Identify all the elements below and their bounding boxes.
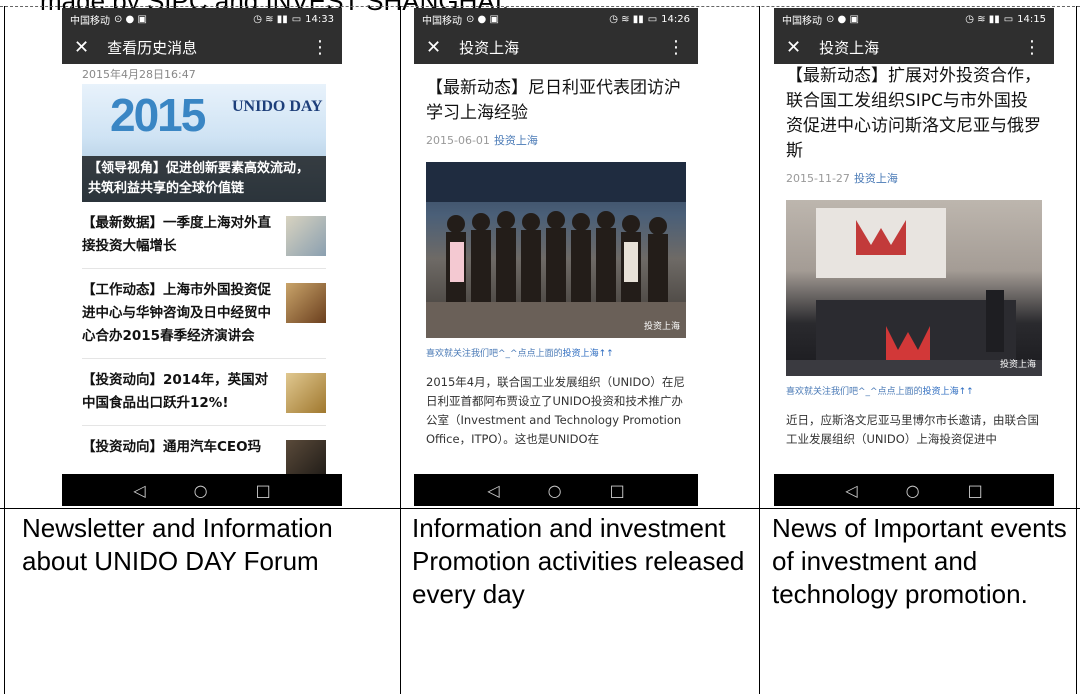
carrier-label: 中国移动 [782,15,822,27]
list-item-thumbnail [286,283,326,323]
table-border-right [1076,6,1077,694]
android-navbar: ◁ ○ □ [62,474,342,506]
system-icons: ◷ ≋ ▮▮ [609,13,644,25]
page-title: 投资上海 [819,38,880,57]
app-titlebar: ✕ 投资上海 ⋮ [414,30,698,64]
close-icon[interactable]: ✕ [74,37,89,58]
message-date: 2015年4月28日16:47 [82,68,196,81]
follow-link[interactable]: 投资上海↑↑ [923,387,974,397]
article-content: 【最新动态】尼日利亚代表团访沪 学习上海经验 2015-06-01 投资上海 投… [414,64,698,474]
conference-stage [786,208,1042,376]
clock-label: 14:26 [661,13,690,25]
article-body: 2015年4月，联合国工业发展组织（UNIDO）在尼日利亚首都阿布贾设立了UNI… [426,375,685,446]
hero-caption: 【领导视角】促进创新要素高效流动，共筑利益共享的全球价值链 [82,156,326,202]
article-meta: 2015-06-01 投资上海 [414,132,698,148]
unido-day-logo-text: UNIDO DAY [232,98,323,115]
notification-icons: ⊙ ● ▣ [466,13,499,25]
article-source-link[interactable]: 投资上海 [854,172,898,185]
screenshot-table: 中国移动 ⊙ ● ▣ ◷ ≋ ▮▮ ▭ 14:33 ✕ 查看历史消息 ⋮ 2015年4… [0,6,1080,694]
list-item[interactable]: 【投资动向】2014年，英国对中国食品出口跃升12%! [82,359,326,426]
caption-investment-promotion: Information and investment Promotion act… [412,513,745,609]
table-border-1 [400,6,401,694]
back-icon[interactable]: ◁ [487,481,499,500]
system-icons: ◷ ≋ ▮▮ [965,13,1000,25]
system-icons: ◷ ≋ ▮▮ [253,13,288,25]
list-item-title: 【投资动向】2014年，英国对中国食品出口跃升12%! [82,372,269,411]
battery-icon: ▭ [291,13,302,25]
battery-icon: ▭ [1003,13,1014,25]
article-date: 2015-06-01 [426,134,490,147]
article-photo-group: 投资上海 [426,162,686,338]
status-bar: 中国移动 ⊙ ● ▣ ◷ ≋ ▮▮ ▭ 14:15 [774,8,1054,30]
battery-icon: ▭ [647,13,658,25]
page-title: 投资上海 [459,38,520,57]
android-navbar: ◁ ○ □ [414,474,698,506]
list-item[interactable]: 【投资动向】通用汽车CEO玛 [82,426,326,474]
article-photo-conference: 投资上海 [786,200,1042,376]
home-icon[interactable]: ○ [548,481,562,500]
follow-prompt: 喜欢就关注我们吧^_^点点上面的投资上海↑↑ [774,384,1054,397]
photo-watermark: 投资上海 [643,322,680,332]
notification-icons: ⊙ ● ▣ [826,13,859,25]
table-border-left [4,6,5,694]
list-item[interactable]: 【工作动态】上海市外国投资促进中心与华钟咨询及日中经贸中心合办2015春季经济演… [82,269,326,359]
recents-icon[interactable]: □ [610,481,625,500]
android-navbar: ◁ ○ □ [774,474,1054,506]
notification-icons: ⊙ ● ▣ [114,13,147,25]
home-icon[interactable]: ○ [194,481,208,500]
photo-watermark: 投资上海 [999,360,1036,370]
list-item-thumbnail [286,216,326,256]
recents-icon[interactable]: □ [968,481,983,500]
back-icon[interactable]: ◁ [845,481,857,500]
more-menu-icon[interactable]: ⋮ [666,37,686,58]
unido-day-logo-year: 2015 [110,89,206,141]
table-top-border [0,6,1080,7]
clock-label: 14:33 [305,13,334,25]
page-title: 查看历史消息 [107,38,198,57]
caption-important-events: News of Important events of investment a… [772,513,1067,609]
list-item[interactable]: 【最新数据】一季度上海对外直接投资大幅增长 [82,202,326,269]
status-bar: 中国移动 ⊙ ● ▣ ◷ ≋ ▮▮ ▭ 14:26 [414,8,698,30]
clock-label: 14:15 [1017,13,1046,25]
close-icon[interactable]: ✕ [426,37,441,58]
status-bar: 中国移动 ⊙ ● ▣ ◷ ≋ ▮▮ ▭ 14:33 [62,8,342,30]
article-source-link[interactable]: 投资上海 [494,134,538,147]
follow-link[interactable]: 投资上海↑↑ [563,349,614,359]
more-menu-icon[interactable]: ⋮ [310,37,330,58]
table-row-divider [0,508,1080,509]
article-body: 近日，应斯洛文尼亚马里博尔市长邀请，由联合国工业发展组织（UNIDO）上海投资促… [786,413,1039,446]
article-date: 2015-11-27 [786,172,850,185]
recents-icon[interactable]: □ [256,481,271,500]
close-icon[interactable]: ✕ [786,37,801,58]
article-title: 【最新动态】扩展对外投资合作，联合国工发组织SIPC与市外国投资促进中心访问斯洛… [786,66,1041,161]
follow-prefix: 喜欢就关注我们吧^_^点点上面的 [426,349,563,359]
article-meta: 2015-11-27 投资上海 [774,170,1054,186]
message-list: 2015年4月28日16:47 2015 UNIDO DAY 【领导视角】促进创… [62,64,342,474]
table-border-2 [759,6,760,694]
app-titlebar: ✕ 投资上海 ⋮ [774,30,1054,64]
follow-prefix: 喜欢就关注我们吧^_^点点上面的 [786,387,923,397]
more-menu-icon[interactable]: ⋮ [1022,37,1042,58]
hero-card[interactable]: 2015 UNIDO DAY 【领导视角】促进创新要素高效流动，共筑利益共享的全… [82,84,326,202]
caption-newsletter: Newsletter and Information about UNIDO D… [22,513,333,576]
article-title: 【最新动态】尼日利亚代表团访沪 学习上海经验 [426,78,681,123]
back-icon[interactable]: ◁ [133,481,145,500]
carrier-label: 中国移动 [422,15,462,27]
phone-screenshot-article-slovenia: 中国移动 ⊙ ● ▣ ◷ ≋ ▮▮ ▭ 14:15 ✕ 投资上海 ⋮ 【最新动态】扩展… [774,8,1054,506]
phone-screenshot-article-nigeria: 中国移动 ⊙ ● ▣ ◷ ≋ ▮▮ ▭ 14:26 ✕ 投资上海 ⋮ 【最新动态】尼日… [414,8,698,506]
carrier-label: 中国移动 [70,15,110,27]
list-item-title: 【最新数据】一季度上海对外直接投资大幅增长 [82,215,271,254]
list-item-title: 【工作动态】上海市外国投资促进中心与华钟咨询及日中经贸中心合办2015春季经济演… [82,282,271,344]
list-item-thumbnail [286,440,326,474]
list-item-thumbnail [286,373,326,413]
group-photo-people [426,162,686,338]
home-icon[interactable]: ○ [906,481,920,500]
list-item-title: 【投资动向】通用汽车CEO玛 [82,439,262,455]
phone-screenshot-history: 中国移动 ⊙ ● ▣ ◷ ≋ ▮▮ ▭ 14:33 ✕ 查看历史消息 ⋮ 2015年4… [62,8,342,506]
article-content: 【最新动态】扩展对外投资合作，联合国工发组织SIPC与市外国投资促进中心访问斯洛… [774,64,1054,474]
follow-prompt: 喜欢就关注我们吧^_^点点上面的投资上海↑↑ [414,346,698,359]
app-titlebar: ✕ 查看历史消息 ⋮ [62,30,342,64]
